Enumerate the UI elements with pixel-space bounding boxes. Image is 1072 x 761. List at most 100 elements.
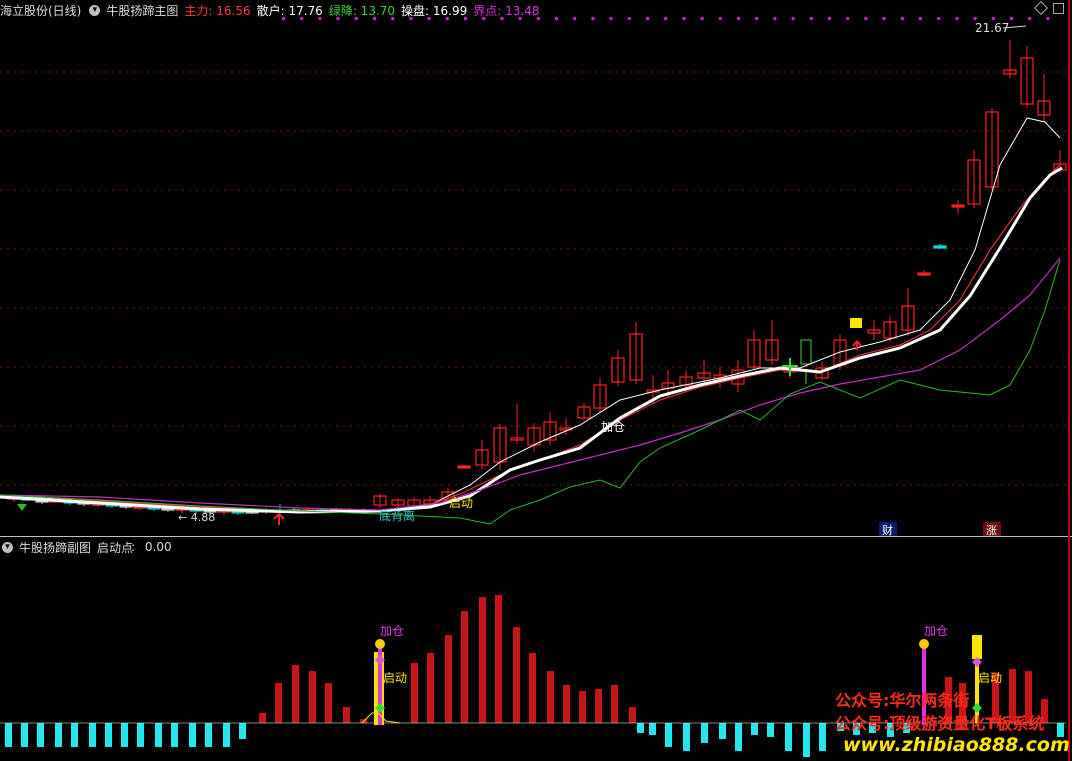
indicator-bar: [205, 723, 212, 747]
up-arrow-icon: [273, 513, 285, 525]
signal-dot: [318, 17, 322, 20]
signal-dot: [627, 17, 631, 20]
money-bag-icon: [375, 639, 385, 649]
indicator-bar: [445, 635, 452, 723]
signal-dot: [354, 17, 358, 20]
indicator-bar: [21, 723, 28, 747]
indicator-bar: [5, 723, 12, 747]
signal-dot: [1046, 17, 1050, 20]
signal-dot: [391, 17, 395, 20]
start-label-right: 启动: [978, 671, 1002, 685]
signal-dot: [919, 17, 922, 20]
signal-dot: [373, 17, 376, 20]
indicator-bar: [89, 723, 96, 747]
indicator-bar: [701, 723, 708, 743]
indicator-bar: [479, 597, 486, 723]
signal-dot: [682, 17, 686, 20]
indicator-bar: [461, 611, 468, 723]
signal-dot: [555, 17, 558, 20]
zhang-badge: 涨: [986, 524, 997, 536]
signal-dot: [846, 17, 850, 20]
add-label-left: 加仓: [380, 624, 404, 638]
signal-dot: [900, 17, 904, 20]
signal-dot: [991, 17, 995, 20]
signal-dot: [973, 17, 977, 20]
indicator-bar: [513, 627, 520, 723]
indicator-bar: [495, 595, 502, 723]
indicator-bar: [665, 723, 672, 747]
signal-dot: [1028, 17, 1032, 20]
signal-dot: [445, 17, 449, 20]
indicator-bar: [239, 723, 246, 739]
indicator-bar: [579, 691, 586, 723]
indicator-bar: [751, 723, 758, 735]
start-label: 启动: [449, 496, 473, 510]
divergence-label: 底背离: [379, 508, 415, 523]
signal-dot: [300, 17, 304, 20]
signal-dot: [464, 17, 467, 20]
indicator-bar: [105, 723, 112, 747]
signal-dot: [409, 17, 413, 20]
indicator-bar: [719, 723, 726, 739]
indicator-bar: [735, 723, 742, 751]
indicator-bar: [121, 723, 128, 747]
signal-dot: [755, 17, 759, 20]
green-line: [0, 259, 1061, 525]
indicator-bar: [637, 723, 644, 733]
indicator-bar: [427, 653, 434, 723]
candle: [917, 272, 931, 276]
indicator-bar: [629, 707, 636, 723]
signal-dot: [700, 17, 704, 20]
signal-dot: [518, 17, 522, 20]
signal-dot: [646, 17, 649, 20]
indicator-bar: [309, 671, 316, 723]
signal-dot: [864, 17, 868, 20]
indicator-bar: [137, 723, 144, 747]
plus-marker-icon: [782, 358, 798, 376]
indicator-bar: [189, 723, 196, 747]
watermark-line1: 公众号:华尔两条街: [835, 691, 970, 710]
main-price-chart[interactable]: 21.67← 4.88启动底背离加仓财涨: [0, 0, 1072, 536]
signal-dot: [955, 17, 959, 20]
magenta-line: [0, 257, 1061, 511]
signal-dot: [828, 17, 831, 20]
signal-dot: [336, 17, 340, 20]
indicator-bar: [649, 723, 656, 735]
watermark-site: www.zhibiao888.com: [843, 734, 1070, 756]
signal-dot: [536, 17, 540, 20]
indicator-bar: [529, 653, 536, 723]
signal-dot: [937, 17, 941, 20]
signal-dot: [664, 17, 668, 20]
start-label-left: 启动: [383, 671, 407, 685]
money-bag-icon: [919, 639, 929, 649]
signal-dot: [573, 17, 577, 20]
candle: [933, 245, 947, 249]
signal-dot: [500, 17, 504, 20]
signal-dot: [609, 17, 613, 20]
indicator-bar: [767, 723, 774, 737]
indicator-bar: [547, 671, 554, 723]
candle: [457, 465, 471, 469]
add-label-right: 加仓: [924, 624, 948, 638]
signal-dot: [773, 17, 777, 20]
indicator-bar: [785, 723, 792, 751]
low-price-label: ← 4.88: [178, 511, 215, 524]
signal-dot: [737, 17, 740, 20]
indicator-bar: [171, 723, 178, 747]
signal-dot: [427, 17, 431, 20]
signal-dot: [1010, 17, 1013, 20]
thin-white-line: [0, 117, 1061, 512]
indicator-bar: [611, 685, 618, 723]
signal-dot: [591, 17, 595, 20]
indicator-bar: [325, 683, 332, 723]
indicator-bar: [275, 683, 282, 723]
signal-dot: [882, 17, 886, 20]
cai-badge: 财: [882, 523, 893, 536]
indicator-bar: [343, 707, 350, 723]
indicator-bar: [223, 723, 230, 747]
add-position-label: 加仓: [601, 420, 625, 434]
indicator-bar: [595, 689, 602, 723]
red-line: [0, 164, 1061, 512]
watermark-line2: 公众号:顶级游资量化T板系统: [835, 714, 1045, 733]
indicator-bar: [563, 685, 570, 723]
